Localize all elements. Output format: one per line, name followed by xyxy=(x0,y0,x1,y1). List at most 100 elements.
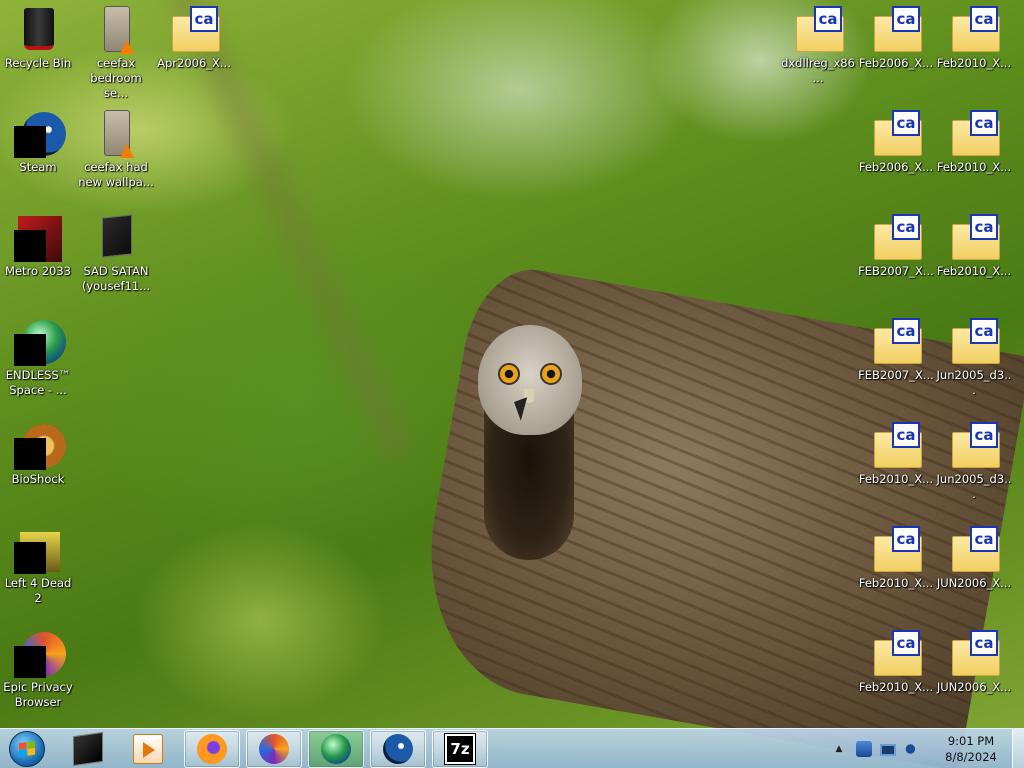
taskbar-download-manager-button[interactable] xyxy=(308,730,364,768)
desktop-icon-endless-space[interactable]: ENDLESS™ Space - ... xyxy=(0,314,76,414)
desktop-icon-metro-2033[interactable]: Metro 2033 xyxy=(0,210,76,310)
desktop-icon-label: Recycle Bin xyxy=(4,56,72,70)
folder-icon: ca xyxy=(794,6,844,54)
desktop-icon-label: ENDLESS™ Space - ... xyxy=(5,368,71,397)
desktop-icon-folder[interactable]: ca Jun2005_d3... xyxy=(936,418,1012,518)
volume-icon[interactable] xyxy=(904,741,920,757)
desktop-icon-label: Feb2010_X... xyxy=(858,576,934,590)
desktop-icon-epic-privacy-browser[interactable]: Epic Privacy Browser xyxy=(0,626,76,726)
folder-icon: ca xyxy=(950,6,1000,54)
terminal-icon xyxy=(73,731,103,767)
desktop-icon-label: Feb2006_X... xyxy=(858,160,934,174)
video-file-icon xyxy=(92,6,140,54)
bioshock-icon xyxy=(14,422,66,470)
desktop-icon-label: Steam xyxy=(19,160,57,174)
desktop-icon-folder[interactable]: ca Feb2010_X... xyxy=(858,418,934,518)
desktop-icon-sad-satan[interactable]: SAD SATAN (yousef11... xyxy=(78,210,154,310)
desktop-icon-label: Apr2006_X... xyxy=(157,56,231,70)
media-player-icon xyxy=(133,734,163,764)
desktop-icon-label: FEB2007_X... xyxy=(858,368,934,382)
desktop-icon-folder[interactable]: ca Feb2010_X... xyxy=(858,626,934,726)
bluetooth-device-icon[interactable] xyxy=(856,741,872,757)
clock-time: 9:01 PM xyxy=(947,734,995,748)
taskbar: 7z ▲ 9:01 PM 8/8/2024 xyxy=(0,728,1024,768)
desktop-icon-label: FEB2007_X... xyxy=(858,264,934,278)
desktop-icon-bioshock[interactable]: BioShock xyxy=(0,418,76,518)
folder-icon: ca xyxy=(950,526,1000,574)
clock[interactable]: 9:01 PM 8/8/2024 xyxy=(932,733,1010,765)
desktop-icon-label: ceefax had new wallpa... xyxy=(78,160,154,189)
desktop-icon-steam[interactable]: Steam xyxy=(0,106,76,206)
desktop-icon-folder[interactable]: ca Feb2006_X... xyxy=(858,106,934,206)
folder-icon: ca xyxy=(950,630,1000,678)
desktop-icon-folder[interactable]: ca Feb2010_X... xyxy=(936,210,1012,310)
taskbar-firefox-button[interactable] xyxy=(184,730,240,768)
desktop-icon-label: dxdllreg_x86... xyxy=(781,56,855,85)
desktop-icon-label: Feb2006_X... xyxy=(858,56,934,70)
desktop-icon-label: Feb2010_X... xyxy=(858,472,934,486)
folder-icon: ca xyxy=(872,318,922,366)
desktop-icon-dxdllreg[interactable]: ca dxdllreg_x86... xyxy=(780,2,856,102)
clock-date: 8/8/2024 xyxy=(945,750,997,764)
desktop-icon-folder[interactable]: ca Feb2010_X... xyxy=(858,522,934,622)
folder-icon: ca xyxy=(872,6,922,54)
desktop-icon-recycle-bin[interactable]: Recycle Bin xyxy=(0,2,76,102)
desktop-icon-label: Feb2010_X... xyxy=(858,680,934,694)
folder-icon: ca xyxy=(950,422,1000,470)
monitor-icon[interactable] xyxy=(880,744,896,756)
folder-icon: ca xyxy=(872,110,922,158)
desktop-icon-folder[interactable]: ca JUN2006_X... xyxy=(936,522,1012,622)
7zip-icon: 7z xyxy=(444,733,476,765)
desktop-icon-folder[interactable]: ca FEB2007_X... xyxy=(858,210,934,310)
windows-logo-icon xyxy=(9,731,45,767)
taskbar-7zip-button[interactable]: 7z xyxy=(432,730,488,768)
desktop-icon-folder[interactable]: ca Feb2010_X... xyxy=(936,106,1012,206)
desktop-icon-label: Left 4 Dead 2 xyxy=(4,576,72,605)
desktop-icon-apr2006[interactable]: ca Apr2006_X... xyxy=(156,2,232,102)
epic-browser-icon xyxy=(259,734,289,764)
desktop-icon-folder[interactable]: ca Feb2006_X... xyxy=(858,2,934,102)
folder-icon: ca xyxy=(950,318,1000,366)
epic-browser-icon xyxy=(14,630,66,678)
file-icon xyxy=(92,214,140,262)
desktop-icon-folder[interactable]: ca FEB2007_X... xyxy=(858,314,934,414)
start-button[interactable] xyxy=(4,730,50,768)
show-hidden-icons-chevron-icon[interactable]: ▲ xyxy=(832,744,846,754)
desktop-icon-folder[interactable]: ca Jun2005_d3... xyxy=(936,314,1012,414)
globe-icon xyxy=(14,318,66,366)
taskbar-media-player-button[interactable] xyxy=(120,730,176,768)
show-desktop-button[interactable] xyxy=(1012,729,1024,768)
desktop-icon-label: Feb2010_X... xyxy=(936,56,1012,70)
desktop-icon-label: JUN2006_X... xyxy=(936,576,1012,590)
steam-icon xyxy=(383,734,413,764)
desktop-icon-label: BioShock xyxy=(11,472,65,486)
taskbar-terminal-button[interactable] xyxy=(60,730,116,768)
globe-download-icon xyxy=(321,734,351,764)
folder-icon: ca xyxy=(872,630,922,678)
video-file-icon xyxy=(92,110,140,158)
desktop-icon-label: ceefax bedroom se... xyxy=(90,56,142,100)
folder-icon: ca xyxy=(872,422,922,470)
folder-icon: ca xyxy=(872,214,922,262)
folder-icon: ca xyxy=(872,526,922,574)
desktop-icon-left-4-dead-2[interactable]: Left 4 Dead 2 xyxy=(0,522,76,622)
taskbar-steam-button[interactable] xyxy=(370,730,426,768)
desktop-icon-label: Feb2010_X... xyxy=(936,264,1012,278)
desktop-icon-folder[interactable]: ca Feb2010_X... xyxy=(936,2,1012,102)
owl-eye-left xyxy=(498,363,520,385)
recycle-bin-icon xyxy=(14,6,62,54)
desktop-icon-folder[interactable]: ca JUN2006_X... xyxy=(936,626,1012,726)
desktop-icon-label: Epic Privacy Browser xyxy=(3,680,73,709)
desktop-icon-label: SAD SATAN (yousef11... xyxy=(81,264,151,293)
folder-icon: ca xyxy=(170,6,220,54)
left-4-dead-2-icon xyxy=(14,526,62,574)
taskbar-epic-browser-button[interactable] xyxy=(246,730,302,768)
folder-icon: ca xyxy=(950,214,1000,262)
desktop-icon-label: Jun2005_d3... xyxy=(936,472,1012,501)
desktop-icon-ceefax-bedroom[interactable]: ceefax bedroom se... xyxy=(78,2,154,102)
steam-icon xyxy=(14,110,66,158)
desktop-icon-label: Jun2005_d3... xyxy=(936,368,1012,397)
folder-icon: ca xyxy=(950,110,1000,158)
wallpaper-owl xyxy=(478,325,582,435)
desktop-icon-ceefax-wallpaper[interactable]: ceefax had new wallpa... xyxy=(78,106,154,206)
